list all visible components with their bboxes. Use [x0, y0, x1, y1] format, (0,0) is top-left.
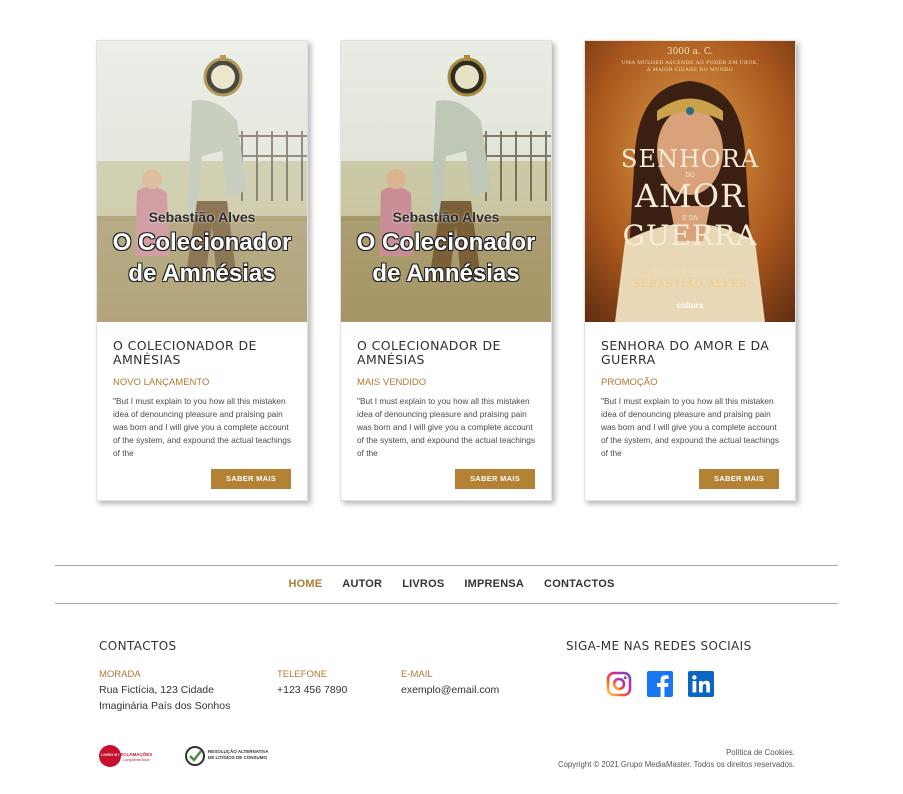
- product-title[interactable]: O COLECIONADOR DE AMNÉSIAS: [357, 339, 537, 367]
- cover-author: Sebastião Alves: [148, 209, 256, 225]
- livro-reclamacoes-logo[interactable]: LIVRO DE RECLAMAÇÕES Complaints Book: [98, 744, 158, 768]
- nav-livros[interactable]: LIVROS: [402, 578, 444, 590]
- saber-mais-button[interactable]: SABER MAIS: [211, 469, 291, 489]
- complaints-logo-sub: Complaints Book: [123, 758, 150, 762]
- cover-title-line1: O Colecionador: [356, 229, 536, 256]
- email-label: E-MAIL: [401, 669, 433, 680]
- linkedin-icon[interactable]: [688, 671, 714, 697]
- nav-contactos[interactable]: CONTACTOS: [544, 578, 614, 590]
- social-heading: SIGA-ME NAS REDES SOCIAIS: [566, 639, 752, 653]
- instagram-icon[interactable]: [606, 671, 632, 697]
- cover-tagline-2: A MAIOR CIDADE DO MUNDO: [646, 67, 734, 73]
- facebook-icon[interactable]: [647, 671, 673, 697]
- nav-home[interactable]: HOME: [288, 578, 322, 590]
- nav-imprensa[interactable]: IMPRENSA: [464, 578, 524, 590]
- ral-icon: [185, 746, 205, 766]
- cover-title-line2: de Amnésias: [128, 260, 276, 287]
- saber-mais-button[interactable]: SABER MAIS: [699, 469, 779, 489]
- product-title[interactable]: SENHORA DO AMOR E DA GUERRA: [601, 339, 781, 367]
- cover-publisher: cultura: [676, 301, 704, 310]
- ral-logo-line2: DE LITÍGIOS DE CONSUMO: [208, 755, 268, 760]
- ral-logo[interactable]: RESOLUÇÃO ALTERNATIVA DE LITÍGIOS DE CON…: [184, 744, 274, 768]
- footer-nav: HOME AUTOR LIVROS IMPRENSA CONTACTOS: [0, 578, 903, 590]
- product-badge: PROMOÇÃO: [601, 377, 658, 388]
- cover-word-senhora: SENHORA: [621, 145, 759, 173]
- product-card: Sebastião Alves O Colecionador de Amnési…: [96, 40, 308, 501]
- cover-word-guerra: GUERRA: [622, 219, 758, 252]
- nav-autor[interactable]: AUTOR: [342, 578, 382, 590]
- copyright-text: Copyright © 2021 Grupo MediaMaster. Todo…: [557, 760, 795, 769]
- phone-value[interactable]: +123 456 7890: [277, 682, 347, 698]
- ral-logo-line1: RESOLUÇÃO ALTERNATIVA: [208, 749, 269, 754]
- divider: [55, 565, 838, 566]
- product-description: "But I must explain to you how all this …: [357, 396, 536, 458]
- cover-author: Sebastião Alves: [392, 209, 500, 225]
- product-card: 3000 a. C. UMA MULHER ASCENDE AO PODER E…: [584, 40, 796, 501]
- saber-mais-button[interactable]: SABER MAIS: [455, 469, 535, 489]
- book-cover-image[interactable]: 3000 a. C. UMA MULHER ASCENDE AO PODER E…: [585, 41, 795, 322]
- complaints-logo-part2: RECLAMAÇÕES: [117, 752, 153, 757]
- address-line-2: Imaginária País dos Sonhos: [99, 700, 231, 712]
- book-cover-image[interactable]: Sebastião Alves O Colecionador de Amnési…: [97, 41, 307, 322]
- divider: [55, 603, 838, 604]
- product-description: "But I must explain to you how all this …: [113, 396, 292, 458]
- product-badge: NOVO LANÇAMENTO: [113, 377, 210, 388]
- cover-year: 3000 a. C.: [666, 47, 714, 57]
- address-label: MORADA: [99, 669, 141, 680]
- cover-title-line2: de Amnésias: [372, 260, 520, 287]
- contacts-heading: CONTACTOS: [99, 639, 177, 653]
- copyright-block: Política de Cookies. Copyright © 2021 Gr…: [558, 747, 795, 771]
- phone-label: TELEFONE: [277, 669, 328, 680]
- product-title[interactable]: O COLECIONADOR DE AMNÉSIAS: [113, 339, 293, 367]
- email-value[interactable]: exemplo@email.com: [401, 682, 499, 698]
- cover-title-line1: O Colecionador: [112, 229, 292, 256]
- cover-genre: ROMANCE HISTÓRICO: [652, 269, 728, 275]
- cookies-link[interactable]: Política de Cookies.: [726, 748, 795, 757]
- address-line-1: Rua Fictícia, 123 Cidade: [99, 684, 214, 696]
- product-badge: MAIS VENDIDO: [357, 377, 427, 388]
- product-description: "But I must explain to you how all this …: [601, 396, 780, 458]
- product-card: Sebastião Alves O Colecionador de Amnési…: [340, 40, 552, 501]
- book-cover-image[interactable]: Sebastião Alves O Colecionador de Amnési…: [341, 41, 551, 322]
- cover-author: SEBASTIÃO ALVES: [633, 279, 747, 290]
- cover-word-amor: AMOR: [634, 177, 746, 215]
- cover-tagline-1: UMA MULHER ASCENDE AO PODER EM URUK,: [621, 60, 759, 66]
